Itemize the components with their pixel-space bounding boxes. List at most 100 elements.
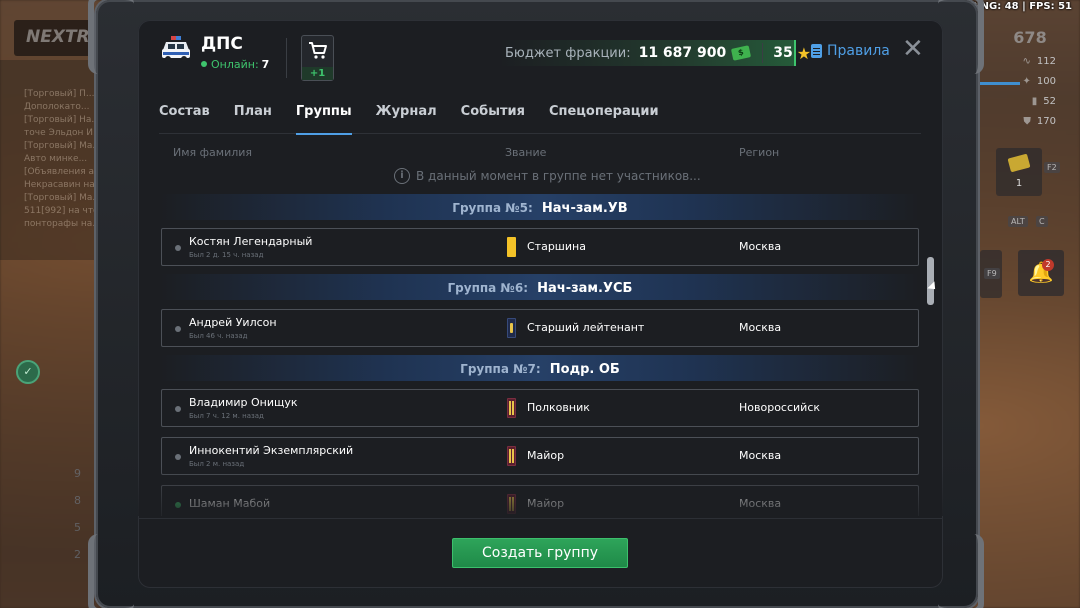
member-row[interactable]: Иннокентий Экземплярский Был 2 м. назад … (161, 437, 919, 475)
member-name: Владимир Онищук (189, 396, 298, 409)
member-region: Москва (739, 449, 782, 462)
tab-roster[interactable]: Состав (159, 94, 210, 134)
key-hint: F9 (984, 268, 1000, 279)
chat-line: [Объявления а... (24, 167, 103, 177)
inventory-slot[interactable]: F9 (980, 250, 1002, 298)
inventory-slot[interactable]: 1 (996, 148, 1042, 196)
tab-bar: Состав План Группы Журнал События Спецоп… (159, 94, 921, 135)
rank-insignia-icon (507, 237, 516, 257)
star-icon: ★ (796, 43, 812, 63)
notifications-button[interactable]: 🔔 2 (1018, 250, 1064, 296)
chat-line: [Торговый] П... (24, 89, 95, 99)
chat-line: 511[992] на что... (24, 206, 104, 216)
tab-groups[interactable]: Группы (295, 94, 352, 135)
member-region: Москва (739, 240, 782, 253)
hud-stat-health: ∿ 112 (1022, 56, 1056, 67)
last-seen: Был 46 ч. назад (189, 332, 248, 340)
chat-line: [Торговый] Ма... (24, 193, 101, 203)
tab-events[interactable]: События (461, 94, 525, 134)
group-name: Подр. ОБ (549, 362, 620, 377)
server-logo: NEXTR (14, 20, 94, 56)
group-name: Нач-зам.УСБ (537, 281, 633, 296)
empty-group-message: i В данный момент в группе нет участнико… (394, 168, 701, 184)
member-name: Костян Легендарный (189, 235, 313, 248)
heartbeat-icon: ∿ (1022, 56, 1031, 67)
info-icon: i (394, 168, 410, 184)
hud-stat-hunger: ✦ 100 (1022, 76, 1056, 87)
online-indicator: Онлайн: 7 (201, 58, 269, 71)
rank-insignia-icon (507, 446, 516, 466)
column-header-name: Имя фамилия (173, 146, 253, 159)
money-icon: $ (731, 45, 752, 61)
create-group-button[interactable]: Создать группу (452, 538, 628, 568)
member-rank: Старшина (527, 240, 586, 253)
last-seen: Был 7 ч. 12 м. назад (189, 412, 264, 420)
panel-header: ДПС Онлайн: 7 +1 Бюджет фракции: 11 687 9… (138, 20, 943, 90)
budget-label: Бюджет фракции: (505, 45, 631, 61)
hotbar-number: 8 (74, 494, 81, 507)
chat-log: [Торговый] П... Дополокато... [Торговый]… (24, 88, 104, 248)
member-name: Андрей Уилсон (189, 316, 277, 329)
chat-line: [Торговый] На... (24, 115, 100, 125)
member-row[interactable]: Костян Легендарный Был 2 д. 15 ч. назад … (161, 228, 919, 266)
hotbar-number: 9 (74, 467, 81, 480)
rank-insignia-icon (507, 398, 516, 418)
stars-value: 35 (773, 45, 793, 61)
chat-line: Дополокато... (24, 102, 90, 112)
key-hint: ALT (1008, 216, 1028, 227)
footer-divider (138, 518, 943, 519)
status-dot (175, 326, 181, 332)
close-button[interactable]: ✕ (902, 36, 924, 62)
rules-label: Правила (827, 43, 890, 59)
online-count: 7 (261, 58, 270, 71)
member-name: Иннокентий Экземплярский (189, 444, 354, 457)
member-row[interactable]: Владимир Онищук Был 7 ч. 12 м. назад Пол… (161, 389, 919, 427)
hud-money: 678 (1013, 28, 1047, 47)
ammo-icon: ▮ (1031, 96, 1038, 107)
group-number: Группа №7: (460, 362, 541, 376)
online-dot (201, 61, 207, 67)
member-region: Москва (739, 497, 782, 510)
column-header-region: Регион (739, 146, 780, 159)
money-icon (1007, 153, 1031, 173)
armor-icon: ⛊ (1023, 116, 1031, 127)
last-seen: Был 2 д. 15 ч. назад (189, 251, 264, 259)
group-number: Группа №6: (447, 281, 529, 295)
shop-button[interactable]: +1 (301, 35, 334, 81)
faction-budget: Бюджет фракции: 11 687 900 $ 35 ★ (505, 41, 821, 65)
tab-plan[interactable]: План (234, 94, 272, 134)
tab-special-ops[interactable]: Спецоперации (549, 94, 659, 134)
member-rank: Майор (527, 497, 565, 510)
shield-icon[interactable]: ✓ (16, 360, 40, 384)
header-divider (286, 38, 287, 78)
notification-badge: 2 (1042, 259, 1054, 271)
food-icon: ✦ (1022, 76, 1031, 87)
member-rank: Полковник (527, 401, 590, 414)
last-seen: Был 2 м. назад (189, 460, 245, 468)
slot-count: 1 (1015, 178, 1023, 189)
member-name: Шаман Мабой (189, 497, 271, 510)
groups-list[interactable]: i В данный момент в группе нет участнико… (138, 160, 943, 516)
frame-corner (88, 0, 134, 74)
frame-corner (938, 534, 984, 608)
rules-link[interactable]: Правила (811, 43, 890, 59)
budget-value: 11 687 900 (638, 45, 727, 61)
member-row[interactable]: Андрей Уилсон Был 46 ч. назад Старший ле… (161, 309, 919, 347)
tab-journal[interactable]: Журнал (376, 94, 437, 134)
chat-line: [Торговый] Ма... (24, 141, 101, 151)
key-hint: C (1036, 216, 1048, 227)
hud-stat-armor: ⛊ 170 (1023, 116, 1056, 127)
chat-line: понторафы на... (24, 219, 101, 229)
cart-icon (309, 42, 327, 59)
group-header: Группа №5: Нач-зам.УВ (160, 194, 920, 220)
group-number: Группа №5: (452, 201, 533, 215)
member-region: Москва (739, 321, 782, 334)
frame-corner (88, 534, 134, 608)
status-dot (175, 454, 181, 460)
member-row[interactable]: Шаман Мабой Майор Москва (161, 485, 919, 516)
group-header: Группа №7: Подр. ОБ (160, 355, 920, 381)
rank-insignia-icon (507, 494, 516, 514)
cart-badge: +1 (302, 67, 333, 80)
budget-separator (762, 43, 764, 63)
member-region: Новороссийск (739, 401, 821, 414)
